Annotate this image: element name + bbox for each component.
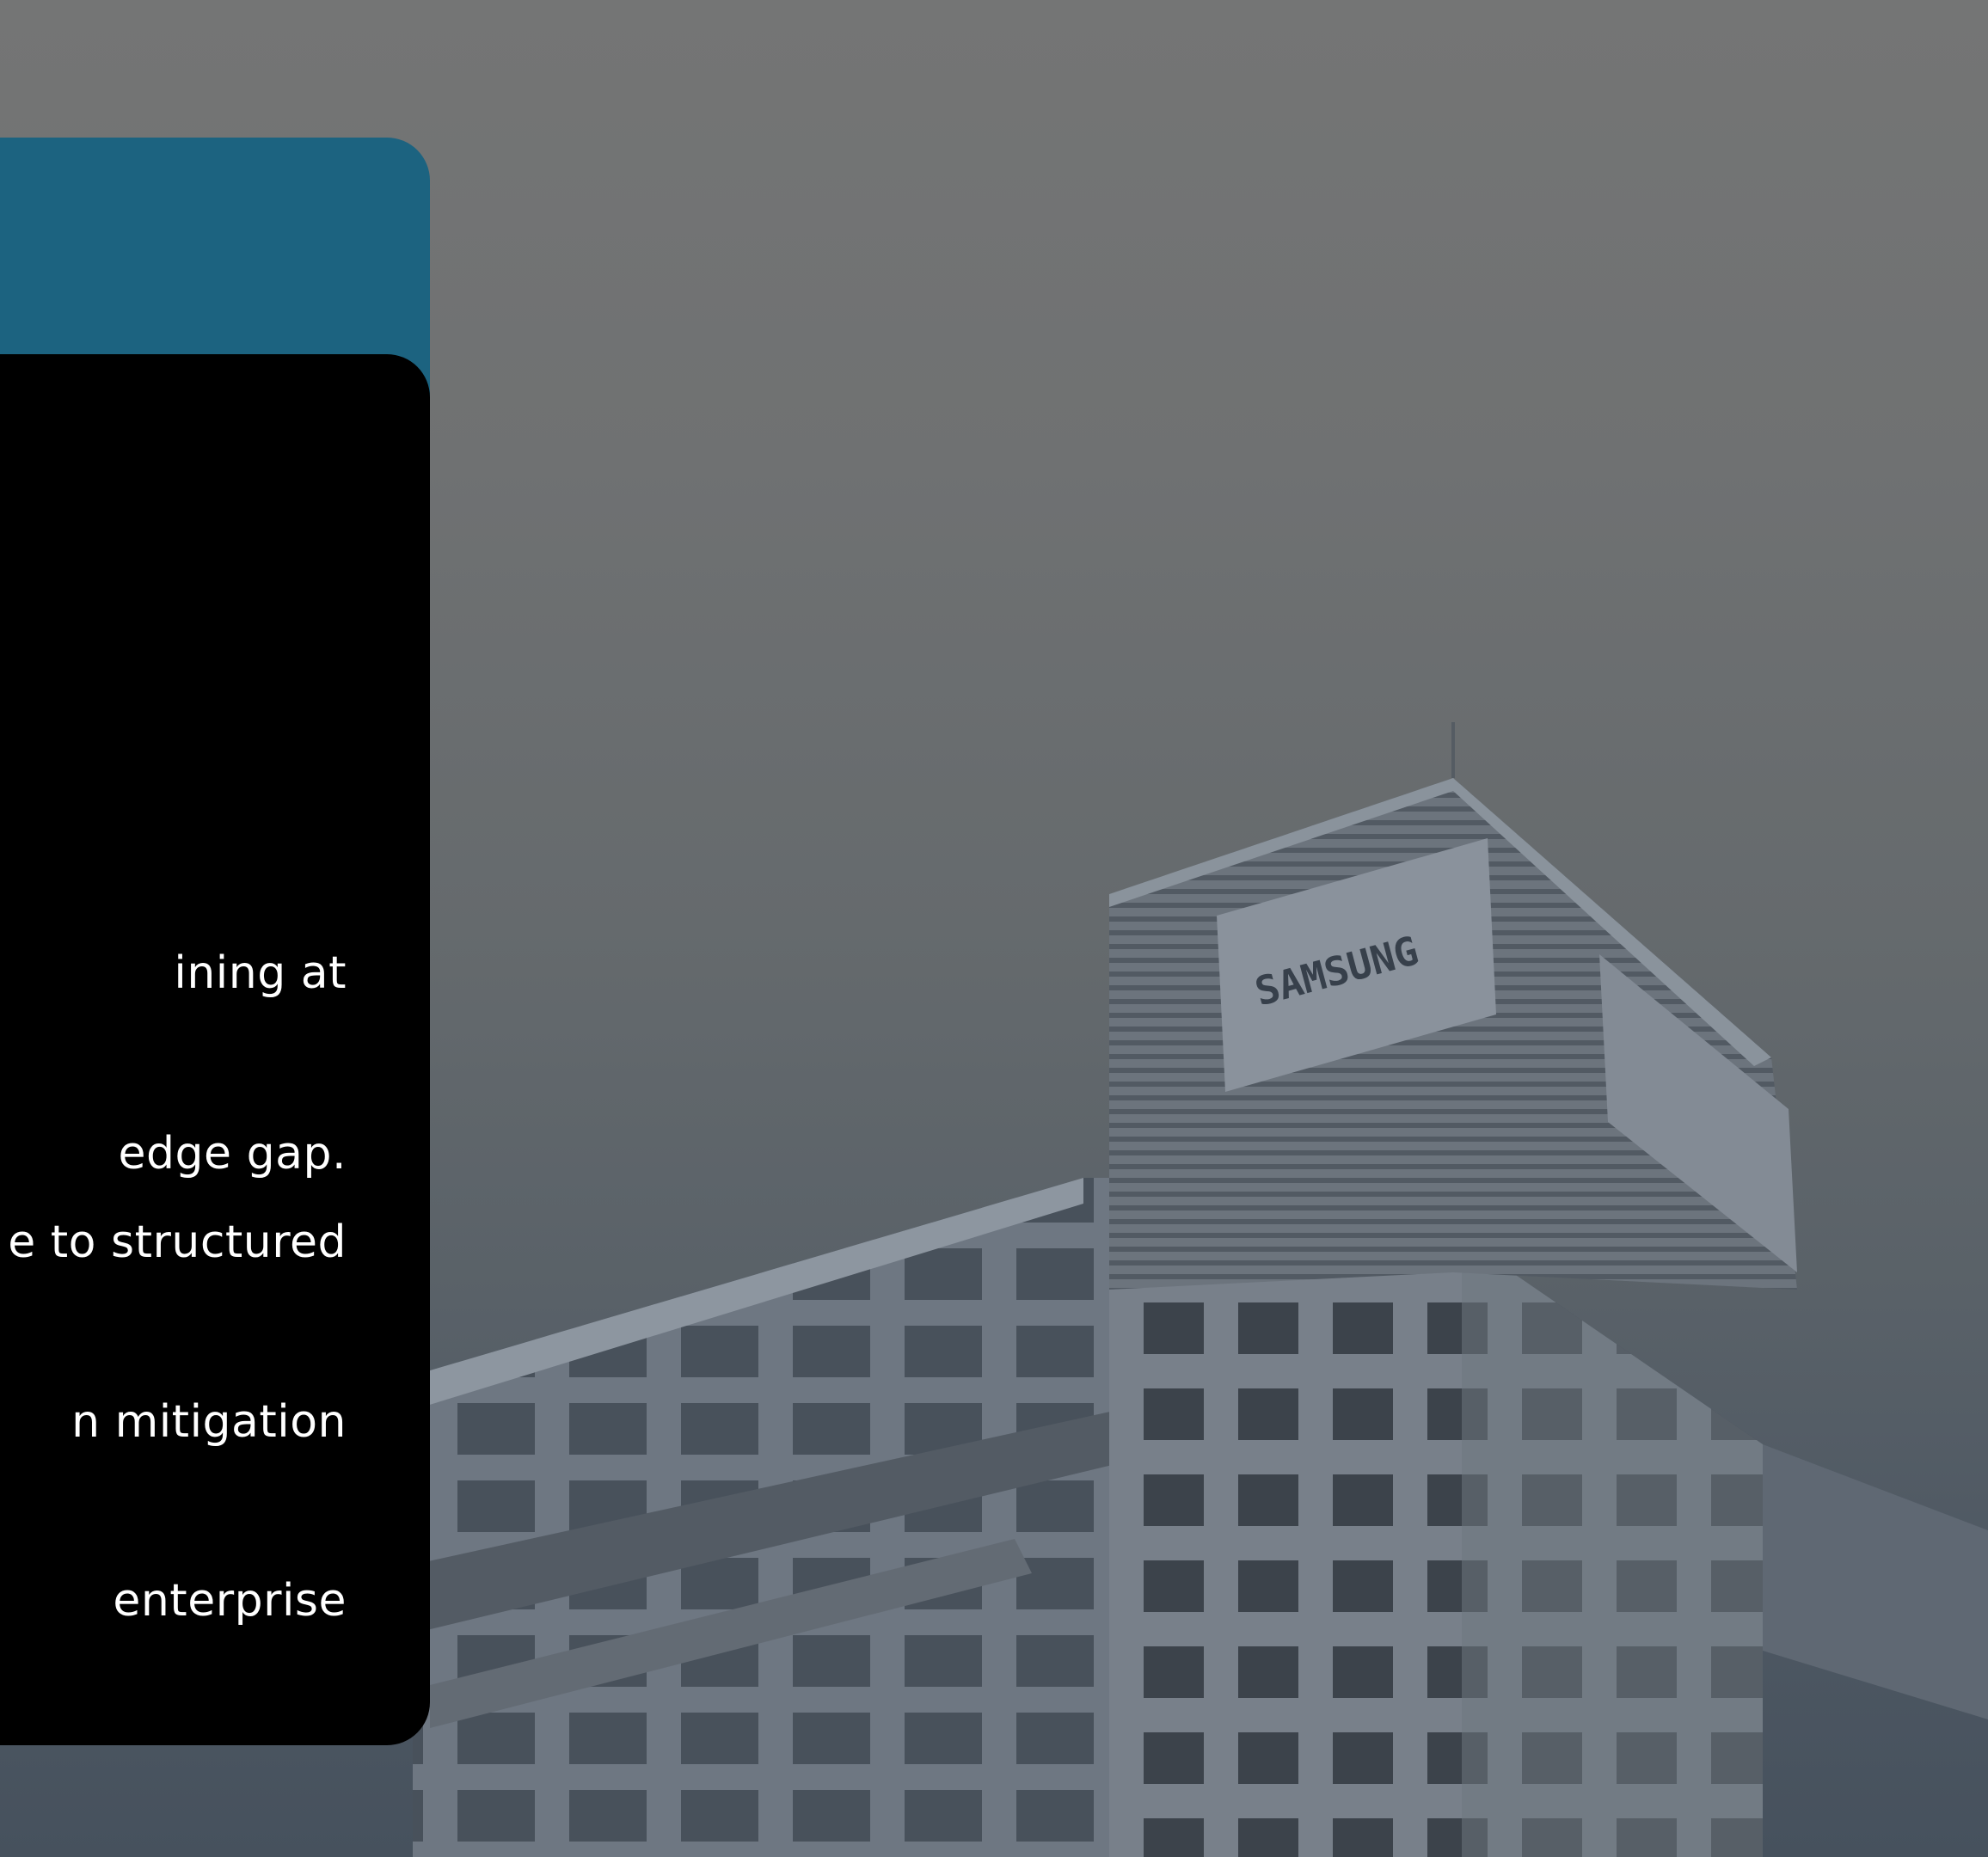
card-text-line-2: edge gap. bbox=[118, 1128, 347, 1180]
card-text-line-5: enterprise bbox=[113, 1575, 347, 1627]
card-body: ining at edge gap. e to structured n mit… bbox=[0, 354, 430, 1745]
info-card: ining at edge gap. e to structured n mit… bbox=[0, 138, 430, 1745]
card-text-line-3: e to structured bbox=[8, 1217, 347, 1268]
card-text-line-1: ining at bbox=[174, 947, 347, 999]
card-text-line-4: n mitigation bbox=[71, 1396, 347, 1448]
